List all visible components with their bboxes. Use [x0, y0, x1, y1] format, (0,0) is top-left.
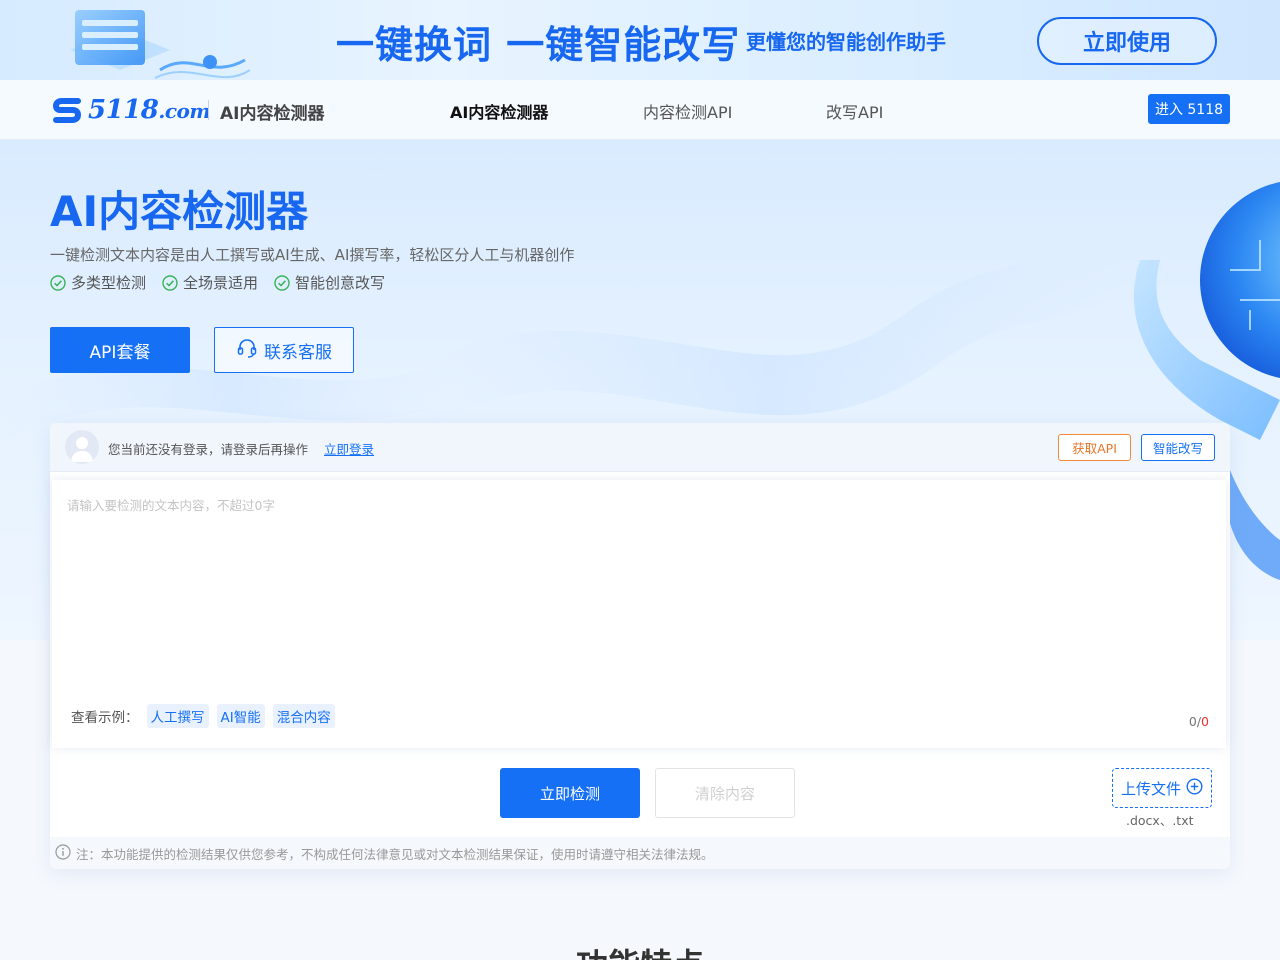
text-input-area[interactable]: 请输入要检测的文本内容，不超过0字 查看示例： 人工撰写 AI智能 混合内容 0… — [52, 480, 1226, 748]
contact-support-label: 联系客服 — [264, 342, 332, 363]
banner-use-now-button[interactable]: 立即使用 — [1037, 17, 1217, 65]
banner-title: 一键换词 一键智能改写 — [336, 23, 741, 67]
input-placeholder: 请输入要检测的文本内容，不超过0字 — [67, 498, 275, 513]
disclaimer-text: 注：本功能提供的检测结果仅供您参考，不构成任何法律意见或对文本检测结果保证，使用… — [76, 847, 714, 862]
clear-button[interactable]: 清除内容 — [655, 768, 795, 818]
promo-banner[interactable]: 一键换词 一键智能改写 更懂您的智能创作助手 立即使用 — [0, 0, 1280, 80]
char-counter: 0/0 — [1189, 714, 1209, 729]
enter-5118-button[interactable]: 进入 5118 — [1148, 94, 1230, 124]
section-title: 功能特点 — [0, 940, 1280, 960]
contact-support-button[interactable]: 联系客服 — [214, 327, 354, 373]
login-link[interactable]: 立即登录 — [324, 439, 374, 458]
check-circle-icon — [50, 274, 66, 291]
api-plan-button[interactable]: API套餐 — [50, 327, 190, 373]
check-circle-icon — [162, 274, 178, 291]
get-api-button[interactable]: 获取API — [1058, 434, 1131, 461]
char-count-current: 0/ — [1188, 714, 1202, 729]
upload-file-button[interactable]: 上传文件 — [1112, 768, 1212, 808]
top-nav: 5118.com AI内容检测器 AI内容检测器 内容检测API 改写API 进… — [0, 80, 1280, 140]
logo-domain: .com — [158, 99, 211, 123]
disclaimer-note: 注：本功能提供的检测结果仅供您参考，不构成任何法律意见或对文本检测结果保证，使用… — [55, 844, 714, 863]
hero-description: 一键检测文本内容是由人工撰写或AI生成、AI撰写率，轻松区分人工与机器创作 — [50, 246, 575, 264]
feature-list: 多类型检测 全场景适用 智能创意改写 — [50, 272, 385, 293]
detect-button[interactable]: 立即检测 — [500, 768, 640, 818]
nav-link-rewrite-api[interactable]: 改写API — [826, 99, 883, 123]
avatar[interactable] — [65, 430, 99, 464]
hero-title: AI内容检测器 — [50, 187, 309, 236]
user-icon — [71, 437, 93, 462]
panel-header: 您当前还没有登录，请登录后再操作 立即登录 获取API 智能改写 — [50, 423, 1230, 472]
feature-item: 全场景适用 — [162, 272, 258, 293]
example-list: 查看示例： 人工撰写 AI智能 混合内容 — [71, 704, 335, 728]
logo-text: 5118 — [88, 95, 159, 125]
upload-formats: .docx、.txt — [1126, 813, 1194, 828]
char-count-max: 0 — [1201, 714, 1209, 729]
banner-subtitle: 更懂您的智能创作助手 — [746, 30, 946, 54]
plus-circle-icon — [1186, 777, 1203, 799]
headset-icon — [236, 337, 258, 364]
detector-panel: 您当前还没有登录，请登录后再操作 立即登录 获取API 智能改写 请输入要检测的… — [50, 423, 1230, 869]
example-tag-mixed[interactable]: 混合内容 — [272, 704, 335, 728]
feature-item: 多类型检测 — [50, 272, 146, 293]
logo-mark-icon — [53, 98, 81, 123]
panel-footer: 注：本功能提供的检测结果仅供您参考，不构成任何法律意见或对文本检测结果保证，使用… — [50, 837, 1230, 869]
check-circle-icon — [274, 274, 290, 291]
feature-label: 多类型检测 — [71, 274, 147, 292]
site-logo[interactable]: 5118.com — [50, 92, 211, 128]
feature-label: 全场景适用 — [183, 274, 259, 292]
info-icon — [55, 844, 71, 863]
feature-item: 智能创意改写 — [274, 272, 385, 293]
server-illustration — [70, 10, 250, 79]
smart-rewrite-button[interactable]: 智能改写 — [1141, 434, 1215, 461]
login-tip: 您当前还没有登录，请登录后再操作 — [108, 442, 309, 457]
product-name: AI内容检测器 — [220, 104, 325, 124]
logo-divider — [208, 100, 209, 120]
nav-link-detection-api[interactable]: 内容检测API — [643, 99, 732, 123]
examples-label: 查看示例： — [71, 710, 139, 726]
feature-label: 智能创意改写 — [295, 274, 386, 292]
example-tag-ai[interactable]: AI智能 — [216, 704, 265, 728]
nav-link-ai-detector[interactable]: AI内容检测器 — [450, 99, 548, 123]
upload-label: 上传文件 — [1120, 779, 1181, 798]
example-tag-human[interactable]: 人工撰写 — [146, 704, 209, 728]
